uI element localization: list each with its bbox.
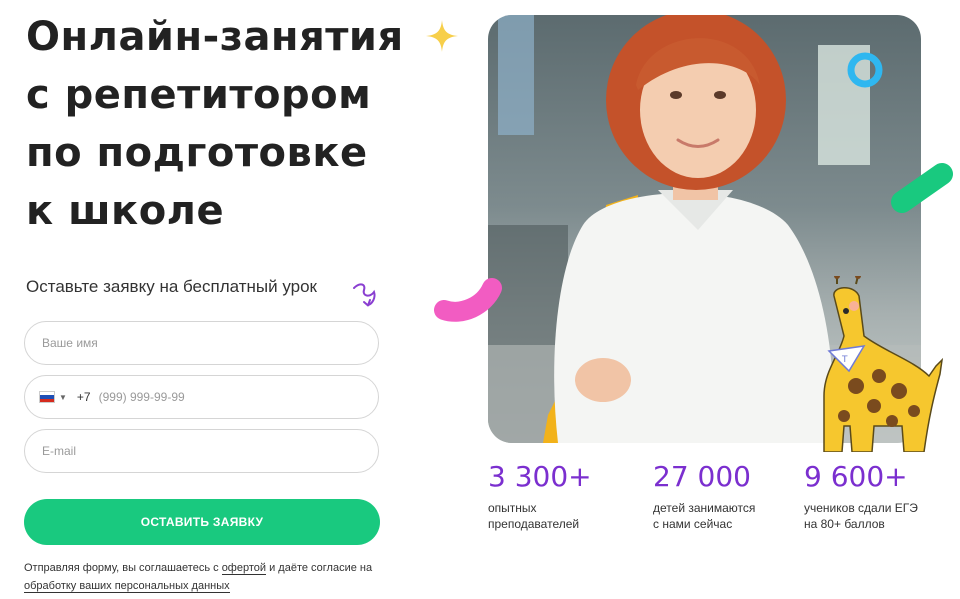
name-field-wrapper <box>24 321 379 365</box>
title-line: к школе <box>26 188 225 234</box>
form-subtitle: Оставьте заявку на бесплатный урок <box>26 277 317 296</box>
squiggle-arrow-icon <box>353 283 376 307</box>
privacy-link[interactable]: обработку ваших персональных данных <box>24 580 230 593</box>
russia-flag-icon[interactable] <box>39 391 55 403</box>
phone-country-code: +7 <box>76 390 91 404</box>
title-line: Онлайн-занятия <box>26 14 404 60</box>
sparkle-icon <box>426 20 458 52</box>
consent-text-part: и даёте согласие на <box>266 562 373 574</box>
submit-request-button[interactable]: ОСТАВИТЬ ЗАЯВКУ <box>24 499 380 545</box>
title-line: с репетитором <box>26 72 372 118</box>
consent-text: Отправляя форму, вы соглашаетесь с оферт… <box>24 559 394 595</box>
email-field-wrapper <box>24 429 379 473</box>
pink-arc-decoration <box>434 278 502 322</box>
title-line: по подготовке <box>26 130 368 176</box>
stat-description: учеников сдали ЕГЭ на 80+ баллов <box>804 501 918 531</box>
offer-link[interactable]: офертой <box>221 562 267 575</box>
stat-students-now: 27 000 детей занимаются с нами сейчас <box>653 460 755 532</box>
blue-ring-decoration <box>847 52 883 88</box>
svg-text:Т: Т <box>841 355 848 365</box>
stat-value: 3 300+ <box>488 460 592 493</box>
stat-value: 9 600+ <box>804 460 908 493</box>
email-input[interactable] <box>40 443 378 459</box>
consent-text-part: Отправляя форму, вы соглашаетесь с <box>24 562 222 574</box>
chevron-down-icon[interactable]: ▼ <box>59 393 67 402</box>
green-pill-decoration <box>891 163 953 213</box>
stat-description: опытных преподавателей <box>488 501 580 531</box>
page-title: Онлайн-занятия с репетитором по подготов… <box>26 8 446 240</box>
name-input[interactable] <box>40 335 378 351</box>
phone-field-wrapper: ▼ +7 <box>24 375 379 419</box>
stat-tutors: 3 300+ опытных преподавателей <box>488 460 592 532</box>
giraffe-mascot-icon: Т <box>823 276 944 452</box>
stat-exam-results: 9 600+ учеников сдали ЕГЭ на 80+ баллов <box>804 460 918 532</box>
stat-value: 27 000 <box>653 460 751 493</box>
phone-input[interactable] <box>96 389 378 405</box>
stat-description: детей занимаются с нами сейчас <box>653 501 756 531</box>
